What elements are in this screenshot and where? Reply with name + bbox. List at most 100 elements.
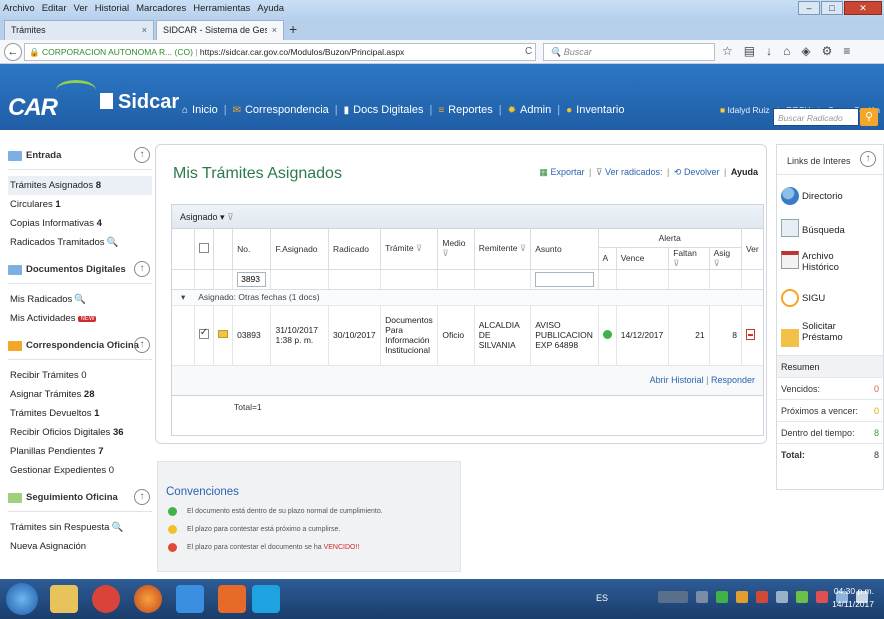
- col-asig[interactable]: Asig ⊽: [708, 247, 742, 270]
- menu-icon[interactable]: ≡: [843, 44, 850, 58]
- maximize-button[interactable]: □: [821, 1, 843, 15]
- sidebar-item-gestionar-expedientes[interactable]: Gestionar Expedientes 0: [8, 461, 152, 480]
- link-directorio[interactable]: Directorio: [781, 187, 843, 205]
- menu-archivo[interactable]: Archivo: [3, 3, 35, 14]
- start-button[interactable]: [6, 583, 38, 615]
- sidebar-item-mis-radicados[interactable]: Mis Radicados 🔍: [8, 290, 152, 309]
- sidebar-item-recibir-tramites[interactable]: Recibir Trámites 0: [8, 366, 152, 385]
- menu-herramientas[interactable]: Herramientas: [193, 3, 250, 14]
- nav-inicio[interactable]: ⌂ Inicio: [182, 104, 218, 116]
- sidebar-item-radicados-tramitados[interactable]: Radicados Tramitados 🔍: [8, 233, 152, 252]
- group-row[interactable]: ▾ Asignado: Otras fechas (1 docs): [172, 289, 763, 306]
- tray-icon[interactable]: [816, 591, 828, 603]
- url-bar[interactable]: 🔒 CORPORACION AUTONOMA R... (CO) | https…: [24, 43, 536, 61]
- pocket-icon[interactable]: ◈: [801, 44, 810, 58]
- clock[interactable]: 04:30 p.m. 14/11/2017: [832, 585, 874, 611]
- collapse-icon[interactable]: ↑: [134, 261, 150, 277]
- col-fasignado[interactable]: F.Asignado: [270, 229, 329, 270]
- chrome-icon[interactable]: [92, 585, 120, 613]
- filter-no-input[interactable]: [237, 271, 267, 287]
- radicado-search-input[interactable]: Buscar Radicado: [773, 108, 859, 126]
- devolver-link[interactable]: Devolver: [684, 167, 720, 177]
- ver-radicados-link[interactable]: Ver radicados:: [605, 167, 663, 177]
- sidebar-item-tramites-asignados[interactable]: Trámites Asignados 8: [8, 176, 152, 195]
- sidebar-item-mis-actividades[interactable]: Mis Actividades NEW: [8, 309, 152, 328]
- app-icon[interactable]: [218, 585, 246, 613]
- tab-close-icon[interactable]: ×: [272, 25, 277, 35]
- section-documentos-digitales[interactable]: Documentos Digitales ↑: [8, 256, 152, 284]
- sidebar-item-nueva-asignacion[interactable]: Nueva Asignación: [8, 537, 152, 556]
- sidebar-item-recibir-oficios-digitales[interactable]: Recibir Oficios Digitales 36: [8, 423, 152, 442]
- col-remitente[interactable]: Remitente ⊽: [473, 229, 531, 270]
- row-checkbox[interactable]: [198, 327, 209, 340]
- col-tramite[interactable]: Trámite ⊽: [380, 229, 438, 270]
- tab-close-icon[interactable]: ×: [142, 25, 147, 35]
- ie-icon[interactable]: [176, 585, 204, 613]
- window-close-button[interactable]: ✕: [844, 1, 882, 15]
- section-correspondencia-oficina[interactable]: Correspondencia Oficina ↑: [8, 332, 152, 360]
- export-link[interactable]: Exportar: [550, 167, 584, 177]
- link-sigu[interactable]: SIGU: [781, 289, 825, 307]
- back-button[interactable]: ←: [4, 43, 22, 61]
- tray-icon[interactable]: [756, 591, 768, 603]
- tray-icon[interactable]: [796, 591, 808, 603]
- search-button[interactable]: ⚲: [860, 108, 878, 126]
- reload-icon[interactable]: C: [525, 46, 532, 57]
- sidebar-item-circulares[interactable]: Circulares 1: [8, 195, 152, 214]
- download-icon[interactable]: ↓: [766, 44, 772, 58]
- responder-link[interactable]: Responder: [711, 375, 755, 385]
- link-archivo-historico[interactable]: Archivo Histórico: [781, 251, 862, 273]
- nav-inventario[interactable]: ● Inventario: [566, 104, 624, 116]
- nav-admin[interactable]: ✹ Admin: [508, 104, 552, 116]
- collapse-icon[interactable]: ↑: [134, 147, 150, 163]
- menu-marcadores[interactable]: Marcadores: [136, 3, 186, 14]
- ayuda-link[interactable]: Ayuda: [731, 167, 758, 177]
- tray-icon[interactable]: [776, 591, 788, 603]
- tab-sidcar[interactable]: SIDCAR - Sistema de Gestión Doc ×: [156, 20, 284, 40]
- sidebar-item-tramites-sin-respuesta[interactable]: Trámites sin Respuesta 🔍: [8, 518, 152, 537]
- filter-asunto-input[interactable]: [535, 271, 594, 287]
- menu-ayuda[interactable]: Ayuda: [257, 3, 284, 14]
- sidebar-item-copias-informativas[interactable]: Copias Informativas 4: [8, 214, 152, 233]
- collapse-icon[interactable]: ↑: [134, 337, 150, 353]
- collapse-icon[interactable]: ↑: [860, 151, 876, 167]
- menu-editar[interactable]: Editar: [42, 3, 67, 14]
- col-no[interactable]: No.: [232, 229, 271, 270]
- skype-icon[interactable]: [252, 585, 280, 613]
- col-radicado[interactable]: Radicado: [328, 229, 381, 270]
- firefox-icon[interactable]: [134, 585, 162, 613]
- language-indicator[interactable]: ES: [596, 593, 608, 603]
- section-seguimiento-oficina[interactable]: Seguimiento Oficina ↑: [8, 484, 152, 512]
- abrir-historial-link[interactable]: Abrir Historial: [650, 375, 704, 385]
- select-all-checkbox[interactable]: [198, 242, 209, 253]
- col-medio[interactable]: Medio ⊽: [437, 229, 475, 270]
- minimize-button[interactable]: –: [798, 1, 820, 15]
- pdf-icon[interactable]: [745, 328, 755, 340]
- nav-correspondencia[interactable]: ✉ Correspondencia: [233, 104, 329, 116]
- tray-icon[interactable]: [696, 591, 708, 603]
- nav-reportes[interactable]: ≡ Reportes: [438, 104, 492, 116]
- tray-icon[interactable]: [736, 591, 748, 603]
- menu-ver[interactable]: Ver: [74, 3, 88, 14]
- table-row[interactable]: 03893 31/10/2017 1:38 p. m. 30/10/2017 D…: [172, 305, 763, 365]
- menu-historial[interactable]: Historial: [95, 3, 129, 14]
- tab-tramites[interactable]: Trámites ×: [4, 20, 154, 40]
- sidebar-item-planillas-pendientes[interactable]: Planillas Pendientes 7: [8, 442, 152, 461]
- tray-icon[interactable]: [716, 591, 728, 603]
- sidebar-item-tramites-devueltos[interactable]: Trámites Devueltos 1: [8, 404, 152, 423]
- group-expand-icon[interactable]: ▾: [172, 289, 195, 306]
- browser-search-input[interactable]: 🔍 Buscar: [543, 43, 715, 61]
- collapse-icon[interactable]: ↑: [134, 489, 150, 505]
- cell-no[interactable]: 03893: [232, 305, 271, 365]
- col-vence[interactable]: Vence: [615, 247, 669, 270]
- link-solicitar-prestamo[interactable]: Solicitar Préstamo: [781, 321, 856, 347]
- bookmark-star-icon[interactable]: ☆: [722, 44, 733, 58]
- col-faltan[interactable]: Faltan ⊽: [668, 247, 710, 270]
- explorer-icon[interactable]: [50, 585, 78, 613]
- addon-icon[interactable]: ⚙: [822, 44, 833, 58]
- nav-docs-digitales[interactable]: ▮ Docs Digitales: [344, 104, 424, 116]
- bookmarks-icon[interactable]: ▤: [744, 44, 755, 58]
- group-by-chip[interactable]: Asignado ▾ ⊽: [180, 212, 234, 222]
- link-busqueda[interactable]: Búsqueda: [781, 219, 845, 237]
- col-asunto[interactable]: Asunto: [530, 229, 599, 270]
